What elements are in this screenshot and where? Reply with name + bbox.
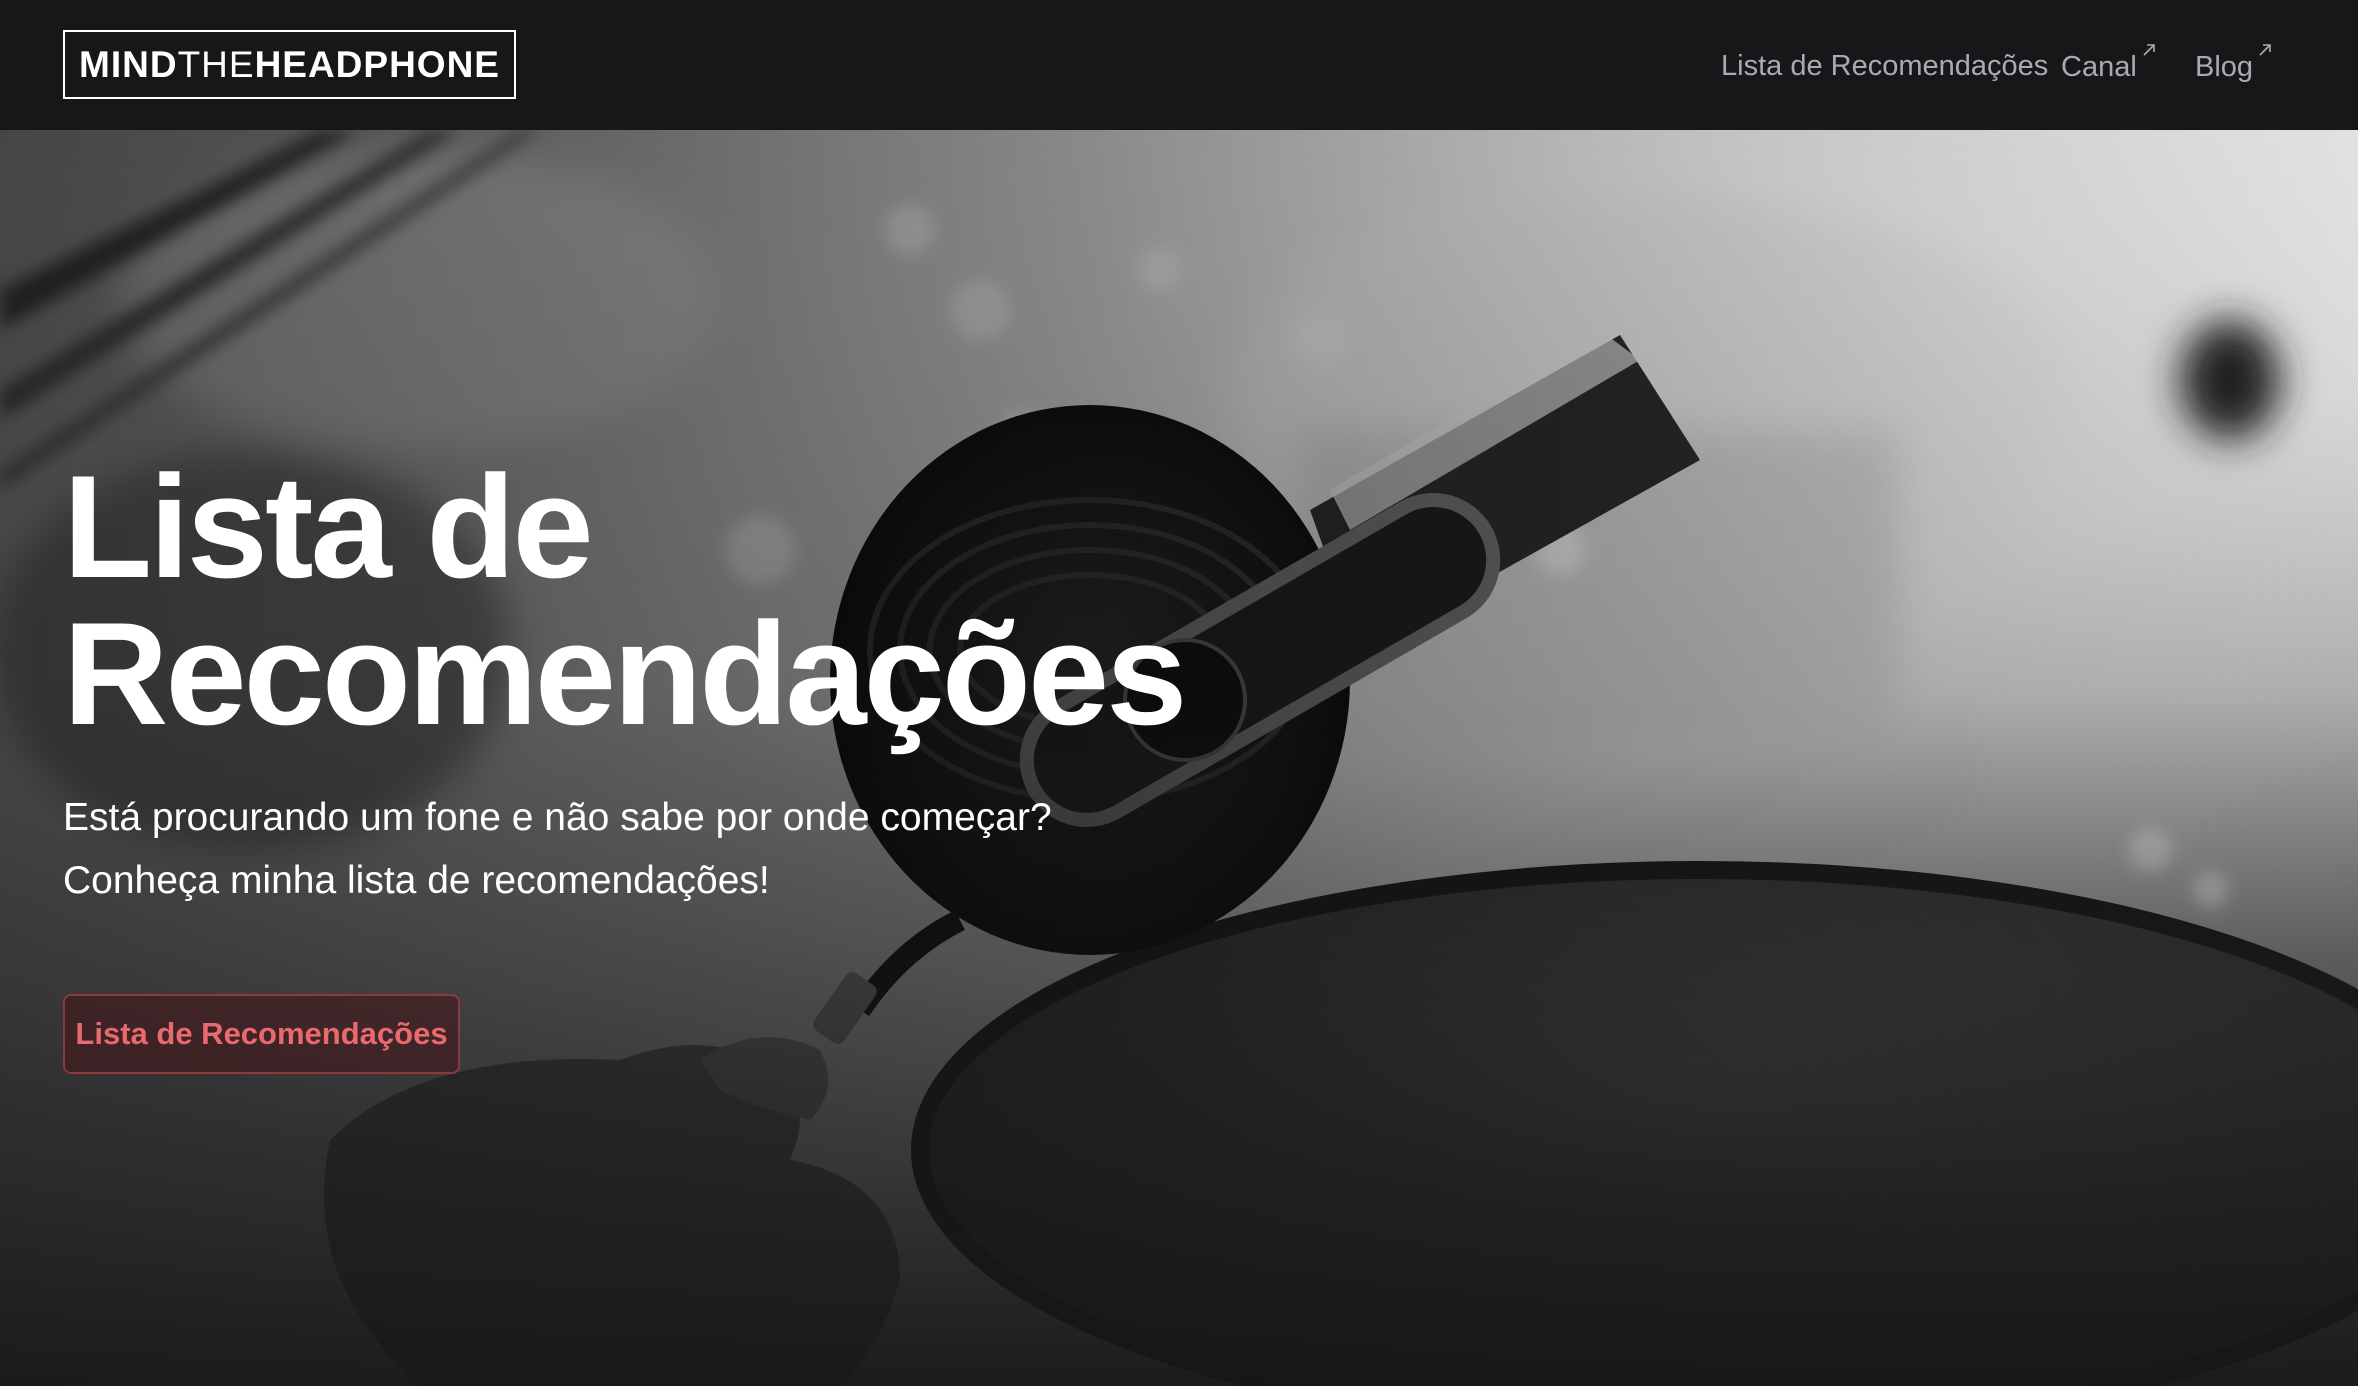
- hero-section: Lista de Recomendações Está procurando um…: [0, 130, 2358, 1386]
- nav-link-blog[interactable]: Blog: [2195, 42, 2273, 90]
- logo-part-headphone: HEADPHONE: [254, 44, 500, 85]
- external-link-icon: [2143, 44, 2155, 56]
- site-logo[interactable]: MINDTHEHEADPHONE: [63, 30, 516, 99]
- hero-background-photo: [0, 130, 2358, 1386]
- nav-link-label: Blog: [2195, 51, 2254, 83]
- nav-link-label: Canal: [2061, 51, 2137, 83]
- hero-subtitle-line2: Conheça minha lista de recomendações!: [63, 859, 770, 902]
- hero-title-line2: Recomendações: [63, 592, 1187, 755]
- nav-link-lista-de-recomendacoes[interactable]: Lista de Recomendações: [1721, 42, 2048, 90]
- top-navbar: MINDTHEHEADPHONE Lista de Recomendações …: [0, 0, 2358, 130]
- hero-subtitle-line1: Está procurando um fone e não sabe por o…: [63, 796, 1052, 839]
- nav-link-label: Lista de Recomendações: [1721, 50, 2049, 82]
- hero-title: Lista de Recomendações: [63, 453, 1213, 747]
- nav-link-canal[interactable]: Canal: [2061, 42, 2157, 90]
- hero-title-line1: Lista de: [63, 445, 594, 608]
- cta-lista-de-recomendacoes-button[interactable]: Lista de Recomendações: [63, 994, 460, 1074]
- logo-part-mind: MIND: [79, 44, 178, 85]
- external-link-icon: [2259, 44, 2271, 56]
- logo-part-the: THE: [177, 44, 255, 85]
